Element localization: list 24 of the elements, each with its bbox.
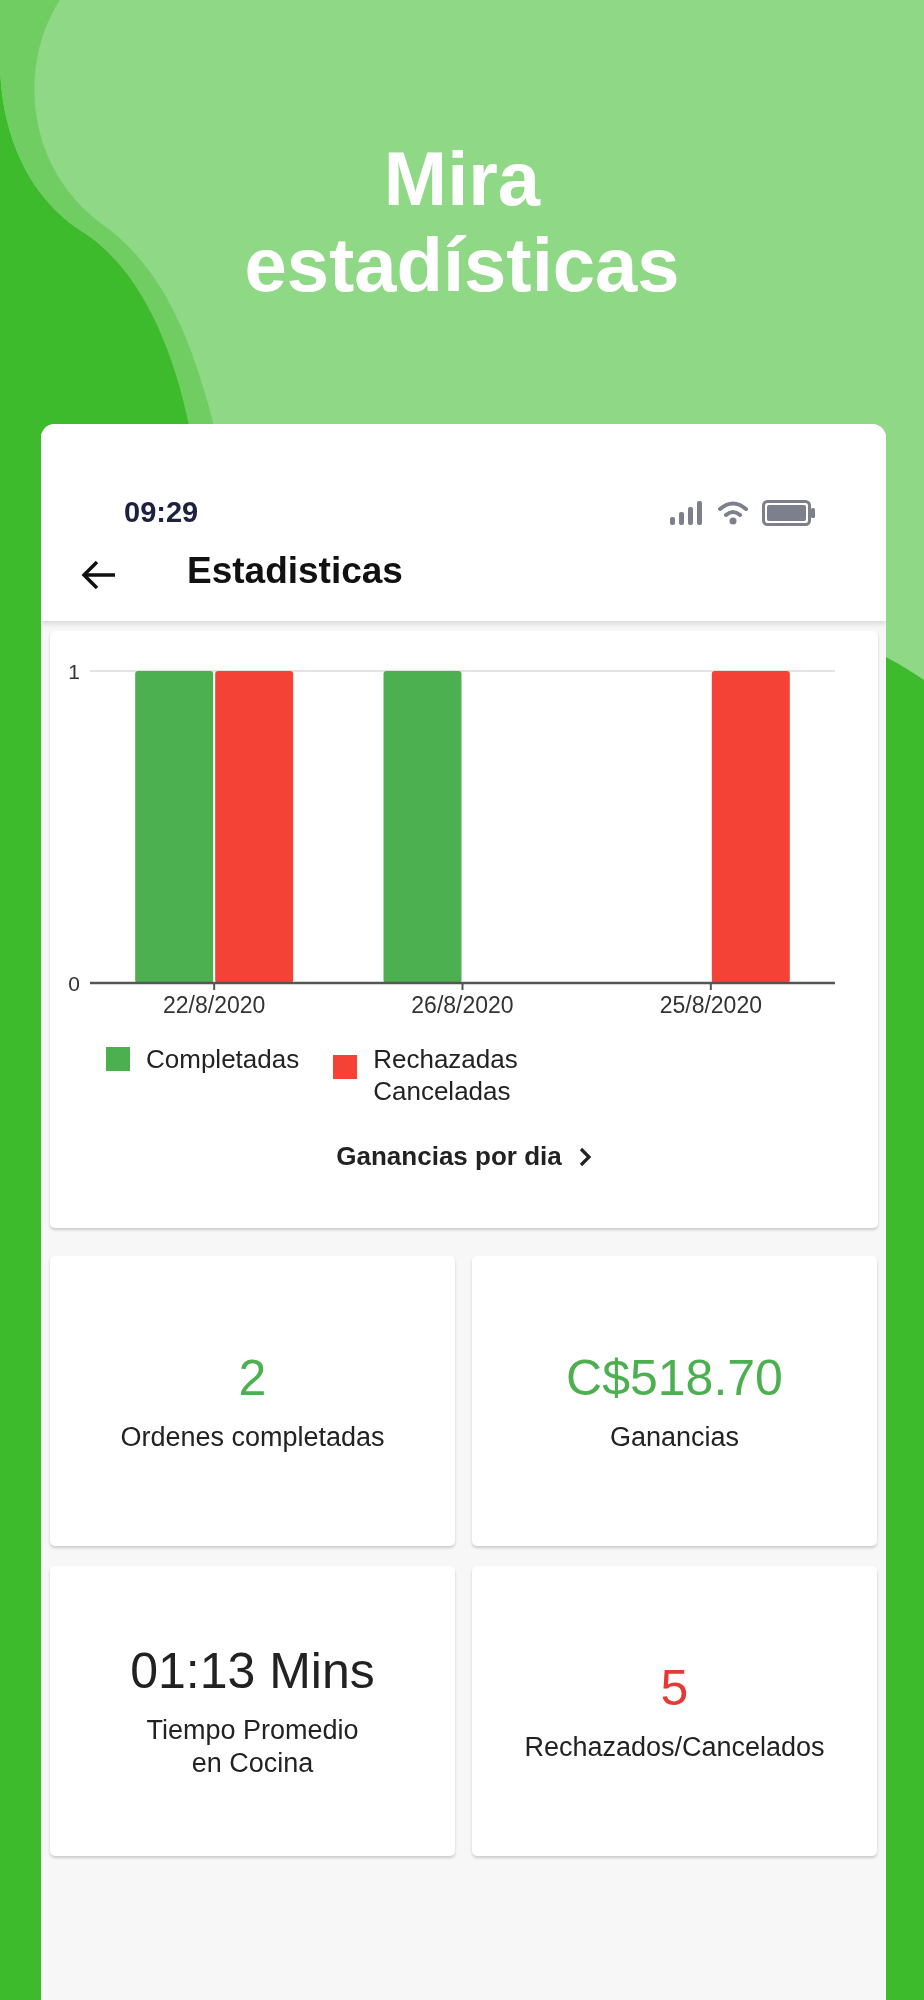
wifi-icon [718,500,748,525]
signal-icon [670,500,704,525]
legend-label: Rechazadas Canceladas [373,1043,518,1107]
earnings-per-day-link[interactable]: Ganancias por dia [328,1137,600,1176]
axis-tick-label: 0 [68,972,80,995]
stat-value: 2 [238,1348,267,1407]
chevron-right-icon [577,1145,592,1168]
stat-value: 01:13 Mins [130,1642,375,1700]
axis-tick-label: 1 [68,660,80,683]
legend-label: Completadas [146,1043,300,1075]
battery-icon [762,499,816,526]
stat-value: 5 [660,1658,689,1717]
stat-label: Ganancias [609,1420,740,1454]
screen-title: Estadisticas [187,550,403,593]
stat-label: Tiempo Promedio en Cocina [146,1714,359,1780]
status-time: 09:29 [124,496,199,529]
headline: Mira estadísticas [243,135,681,309]
axis-date-label: 26/8/2020 [411,992,514,1018]
back-arrow-icon[interactable] [81,559,117,591]
axis-date-label: 22/8/2020 [163,992,266,1018]
stat-value: C$518.70 [566,1348,783,1407]
stat-label: Rechazados/Cancelados [524,1730,825,1764]
stat-label: Ordenes completadas [120,1420,385,1454]
axis-date-label: 25/8/2020 [659,992,762,1018]
